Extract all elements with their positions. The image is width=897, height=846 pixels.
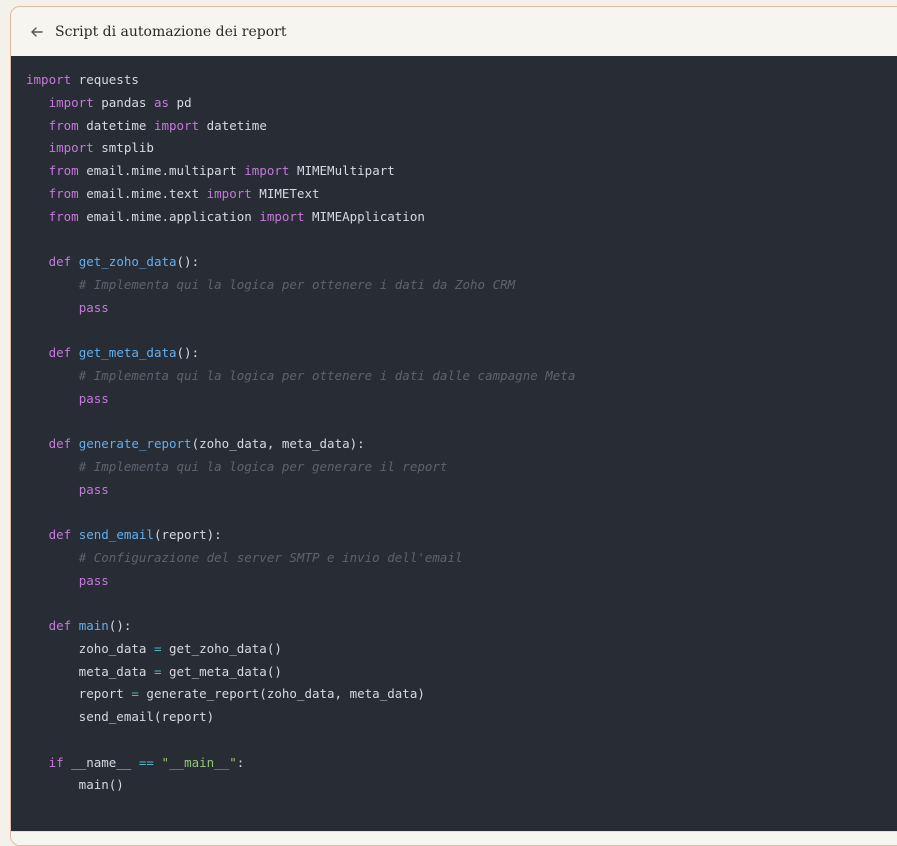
code-line: # Implementa qui la logica per ottenere … <box>78 276 516 292</box>
code-line: pass <box>78 572 109 588</box>
code-line: pass <box>78 481 109 497</box>
code-line: send_email(report) <box>26 709 215 724</box>
code-line: # Implementa qui la logica per ottenere … <box>78 367 576 383</box>
code-line: ​ <box>26 592 575 615</box>
code-line: zoho_data = get_zoho_data() <box>26 640 282 656</box>
artifact-header: Script di automazione dei report <box>11 7 897 57</box>
code-line: def main(): <box>48 618 132 633</box>
code-line: def generate_report(zoho_data, meta_data… <box>48 436 365 451</box>
code-line: import pandas as pd <box>48 94 192 110</box>
code-line: from datetime import datetime <box>48 117 267 133</box>
code-line: ​ <box>26 319 575 342</box>
code-line: pass <box>78 299 109 315</box>
page-title: Script di automazione dei report <box>55 23 287 40</box>
back-button[interactable] <box>23 18 51 46</box>
code-block[interactable]: import requests import pandas as pd from… <box>11 56 897 831</box>
code-line: ​ <box>26 410 575 433</box>
code-line: report = generate_report(zoho_data, meta… <box>26 686 425 702</box>
footer-strip <box>11 831 897 845</box>
code-line: meta_data = get_meta_data() <box>26 663 282 679</box>
code-line: from email.mime.text import MIMEText <box>48 185 320 201</box>
code-line: # Implementa qui la logica per generare … <box>78 458 448 474</box>
code-line: def get_zoho_data(): <box>48 254 200 269</box>
code-line: from email.mime.multipart import MIMEMul… <box>48 163 395 178</box>
code-line: def send_email(report): <box>48 527 222 542</box>
code-line: ​ <box>26 228 575 251</box>
code-content: import requests import pandas as pd from… <box>26 69 575 797</box>
code-line: if __name__ == "__main__": <box>48 754 245 770</box>
code-line: import requests <box>26 72 139 87</box>
code-line: from email.mime.application import MIMEA… <box>48 208 425 224</box>
artifact-window: Script di automazione dei report import … <box>10 6 897 846</box>
code-line: ​ <box>26 729 575 752</box>
code-line: main() <box>26 777 124 793</box>
code-line: ​ <box>26 501 575 524</box>
arrow-left-icon <box>31 26 43 37</box>
code-line: # Configurazione del server SMTP e invio… <box>78 549 463 565</box>
code-line: pass <box>78 390 109 406</box>
code-line: import smtplib <box>48 140 154 156</box>
code-line: def get_meta_data(): <box>48 345 200 360</box>
